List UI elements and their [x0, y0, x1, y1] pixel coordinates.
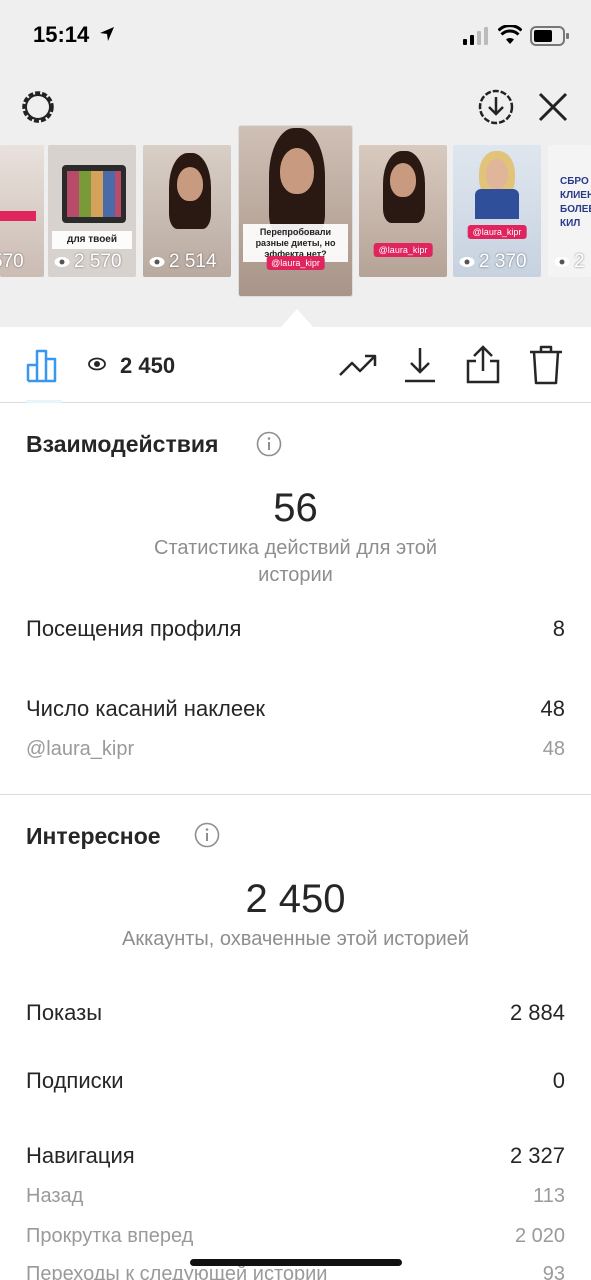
story-views: 2 570 [54, 251, 122, 273]
battery-icon [530, 26, 569, 46]
story-header: 15:14 570 [0, 0, 591, 327]
selected-story-pointer [281, 309, 313, 327]
insights-toolbar: 2 450 [0, 327, 591, 403]
interactions-total: 56 [273, 486, 318, 530]
views-eye-icon [88, 357, 106, 371]
location-arrow-icon [100, 27, 114, 41]
story-thumbnail[interactable]: 2 514 [143, 145, 231, 277]
impressions-label: Показы [26, 1000, 103, 1025]
person-face [486, 159, 508, 189]
interactions-caption: Статистика действий для этой истории [154, 537, 437, 586]
follows-label: Подписки [26, 1068, 124, 1093]
back-value: 113 [533, 1185, 565, 1207]
profile-visits-label: Посещения профиля [26, 616, 242, 641]
navigation-label: Навигация [26, 1143, 135, 1168]
reach-caption: Аккаунты, охваченные этой историей [122, 928, 469, 950]
reach-total: 2 450 [245, 877, 346, 921]
views-count: 2 450 [120, 353, 176, 378]
mention-sticker: @laura_kipr [467, 225, 527, 239]
story-views: 2 370 [459, 251, 527, 273]
promote-trend-icon[interactable] [338, 347, 378, 383]
profile-visits-value: 8 [552, 616, 565, 641]
sticker-taps-label: Число касаний наклеек [26, 696, 265, 721]
mention-sticker: @laura_kipr [266, 256, 325, 270]
sticker-mention-label: @laura_kipr [26, 738, 135, 760]
sticker-bar [0, 211, 36, 221]
story-thumbnail-selected[interactable]: Перепробовали разные диеты, но эффекта н… [239, 126, 352, 296]
follows-value: 0 [552, 1068, 565, 1093]
eye-icon [554, 257, 570, 267]
sticker-mention-value: 48 [542, 738, 565, 760]
cellular-signal-icon [463, 27, 488, 45]
story-views: 2 [554, 251, 585, 273]
mention-sticker: @laura_kipr [373, 243, 433, 257]
story-thumbnail[interactable]: @laura_kipr 2 370 [453, 145, 541, 277]
discovery-title: Интересное [26, 823, 161, 849]
save-story-icon[interactable] [476, 87, 516, 127]
person-face [390, 163, 416, 197]
story-views: 570 [0, 251, 24, 272]
back-label: Назад [26, 1185, 84, 1207]
delete-trash-icon[interactable] [528, 344, 564, 386]
forward-value: 2 020 [514, 1225, 565, 1247]
interactions-title: Взаимодействия [26, 431, 219, 457]
story-thumbnail[interactable]: СБРО КЛИЕН БОЛЕЕ КИЛ 2 [548, 145, 591, 277]
person-jacket [475, 189, 519, 219]
close-icon[interactable] [536, 90, 570, 124]
interactions-info-icon[interactable] [256, 431, 282, 457]
story-thumbnail[interactable]: для твоей 2 570 [48, 145, 136, 277]
status-time: 15:14 [33, 22, 90, 47]
story-caption: для твоей [52, 231, 132, 249]
settings-gear-icon[interactable] [18, 87, 58, 127]
forward-label: Прокрутка вперед [26, 1225, 194, 1247]
story-views: 2 514 [149, 251, 217, 273]
download-icon[interactable] [402, 345, 438, 385]
next-story-value: 93 [542, 1263, 565, 1280]
status-bar: 15:14 [0, 0, 591, 72]
eye-icon [149, 257, 165, 267]
home-indicator[interactable] [190, 1259, 402, 1266]
discovery-info-icon[interactable] [194, 822, 220, 848]
impressions-value: 2 884 [509, 1000, 565, 1025]
insights-bar-chart-icon[interactable] [26, 347, 62, 383]
section-divider [0, 794, 591, 795]
eye-icon [54, 257, 70, 267]
story-thumbnail[interactable]: @laura_kipr [359, 145, 447, 277]
story-thumbnail[interactable]: 570 [0, 145, 44, 277]
eye-icon [459, 257, 475, 267]
eyeshadow-palette-image [62, 165, 126, 223]
active-tab-indicator [26, 400, 62, 403]
sticker-taps-value: 48 [540, 696, 565, 721]
share-icon[interactable] [465, 343, 501, 385]
person-face [280, 148, 314, 194]
navigation-value: 2 327 [509, 1143, 565, 1168]
person-face [177, 167, 203, 201]
wifi-icon [498, 25, 522, 44]
story-caption: СБРО КЛИЕН БОЛЕЕ КИЛ [560, 176, 591, 229]
